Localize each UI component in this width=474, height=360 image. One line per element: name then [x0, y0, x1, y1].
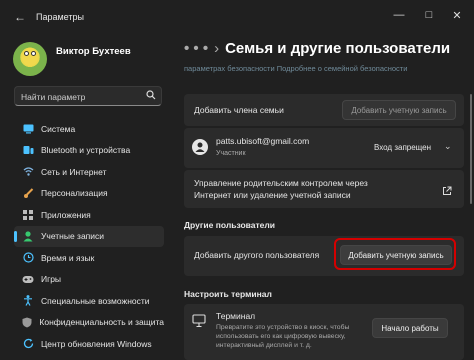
sidebar-item-accessibility[interactable]: Специальные возможности — [14, 290, 164, 312]
sidebar-item-time-language[interactable]: Время и язык — [14, 247, 164, 269]
update-icon — [22, 338, 34, 350]
family-safety-link[interactable]: параметрах безопасности Подробнее о семе… — [184, 64, 407, 73]
sidebar: Виктор Бухтеев Найти параметр Система Bl… — [0, 34, 170, 360]
member-avatar-icon — [192, 139, 208, 155]
search-input[interactable]: Найти параметр — [14, 86, 162, 106]
parental-control-text: Управление родительским контролем через … — [194, 178, 368, 200]
sidebar-item-system[interactable]: Система — [14, 118, 164, 140]
add-family-member-label: Добавить члена семьи — [194, 105, 284, 115]
bluetooth-icon — [22, 144, 34, 156]
avatar[interactable] — [13, 42, 47, 76]
sidebar-item-apps[interactable]: Приложения — [14, 204, 164, 226]
sidebar-item-label: Персонализация — [41, 188, 108, 199]
add-family-account-button[interactable]: Добавить учетную запись — [342, 100, 456, 120]
search-icon[interactable] — [146, 90, 156, 102]
minimize-button[interactable]: — — [384, 9, 414, 21]
add-family-member-row: Добавить члена семьи Добавить учетную за… — [184, 94, 464, 126]
apps-icon — [22, 209, 34, 221]
main-content: • • • › Семья и другие пользователи параме… — [170, 34, 474, 360]
sidebar-item-label: Конфиденциальность и защита — [39, 317, 164, 328]
sidebar-item-label: Bluetooth и устройства — [41, 145, 131, 156]
page-title-text: Семья и другие пользователи — [225, 40, 451, 57]
family-member-row[interactable]: patts.ubisoft@gmail.com Участник Вход за… — [184, 128, 464, 168]
kiosk-description: Превратите это устройство в киоск, чтобы… — [216, 324, 350, 349]
sidebar-item-label: Специальные возможности — [41, 295, 150, 306]
parental-control-row[interactable]: Управление родительским контролем через … — [184, 170, 464, 208]
kiosk-icon — [192, 314, 206, 333]
maximize-button[interactable]: □ — [414, 9, 444, 21]
member-role: Участник — [216, 150, 246, 157]
system-icon — [22, 123, 34, 135]
scrollbar[interactable] — [470, 94, 472, 204]
sidebar-item-games[interactable]: Игры — [14, 269, 164, 291]
highlight-frame — [334, 238, 456, 270]
kiosk-heading: Настроить терминал — [184, 289, 272, 299]
sidebar-item-accounts[interactable]: Учетные записи — [14, 225, 164, 247]
member-email: patts.ubisoft@gmail.com — [216, 136, 310, 146]
accessibility-icon — [22, 295, 34, 307]
sidebar-item-label: Сеть и Интернет — [41, 166, 107, 177]
sidebar-item-label: Система — [41, 123, 76, 134]
title-bar: ← Параметры — □ ✕ — [0, 0, 474, 34]
accounts-icon — [22, 230, 34, 242]
back-arrow-icon[interactable]: ← — [14, 10, 26, 24]
chevron-down-icon[interactable]: ⌄ — [444, 141, 452, 152]
add-other-user-label: Добавить другого пользователя — [194, 250, 320, 260]
user-name: Виктор Бухтеев — [56, 46, 131, 57]
sidebar-item-windows-update[interactable]: Центр обновления Windows — [14, 333, 164, 355]
search-placeholder: Найти параметр — [21, 92, 86, 102]
time-language-icon — [22, 252, 34, 264]
sidebar-item-bluetooth[interactable]: Bluetooth и устройства — [14, 140, 164, 162]
sidebar-item-label: Игры — [41, 274, 62, 285]
sidebar-item-label: Учетные записи — [41, 231, 105, 242]
login-status: Вход запрещен — [374, 143, 432, 152]
sidebar-item-label: Приложения — [41, 209, 91, 220]
sidebar-item-privacy[interactable]: Конфиденциальность и защита — [14, 312, 164, 334]
network-icon — [22, 166, 34, 178]
kiosk-title: Терминал — [216, 311, 256, 321]
sidebar-nav: Система Bluetooth и устройства Сеть и Ин… — [14, 118, 164, 355]
sidebar-item-personalization[interactable]: Персонализация — [14, 183, 164, 205]
sidebar-item-label: Время и язык — [41, 252, 95, 263]
external-link-icon[interactable] — [442, 183, 452, 201]
games-icon — [22, 273, 34, 285]
page-title: • • • › Семья и другие пользователи — [184, 40, 450, 57]
breadcrumb-more[interactable]: • • • — [184, 40, 208, 57]
close-button[interactable]: ✕ — [442, 9, 472, 22]
shield-icon — [22, 316, 32, 328]
sidebar-item-network[interactable]: Сеть и Интернет — [14, 161, 164, 183]
breadcrumb-separator: › — [214, 40, 220, 57]
kiosk-start-button[interactable]: Начало работы — [372, 318, 448, 338]
window-title: Параметры — [36, 12, 84, 22]
brush-icon — [22, 187, 34, 199]
kiosk-row: Терминал Превратите это устройство в кио… — [184, 304, 464, 360]
other-users-heading: Другие пользователи — [184, 220, 276, 230]
sidebar-item-label: Центр обновления Windows — [41, 338, 152, 349]
